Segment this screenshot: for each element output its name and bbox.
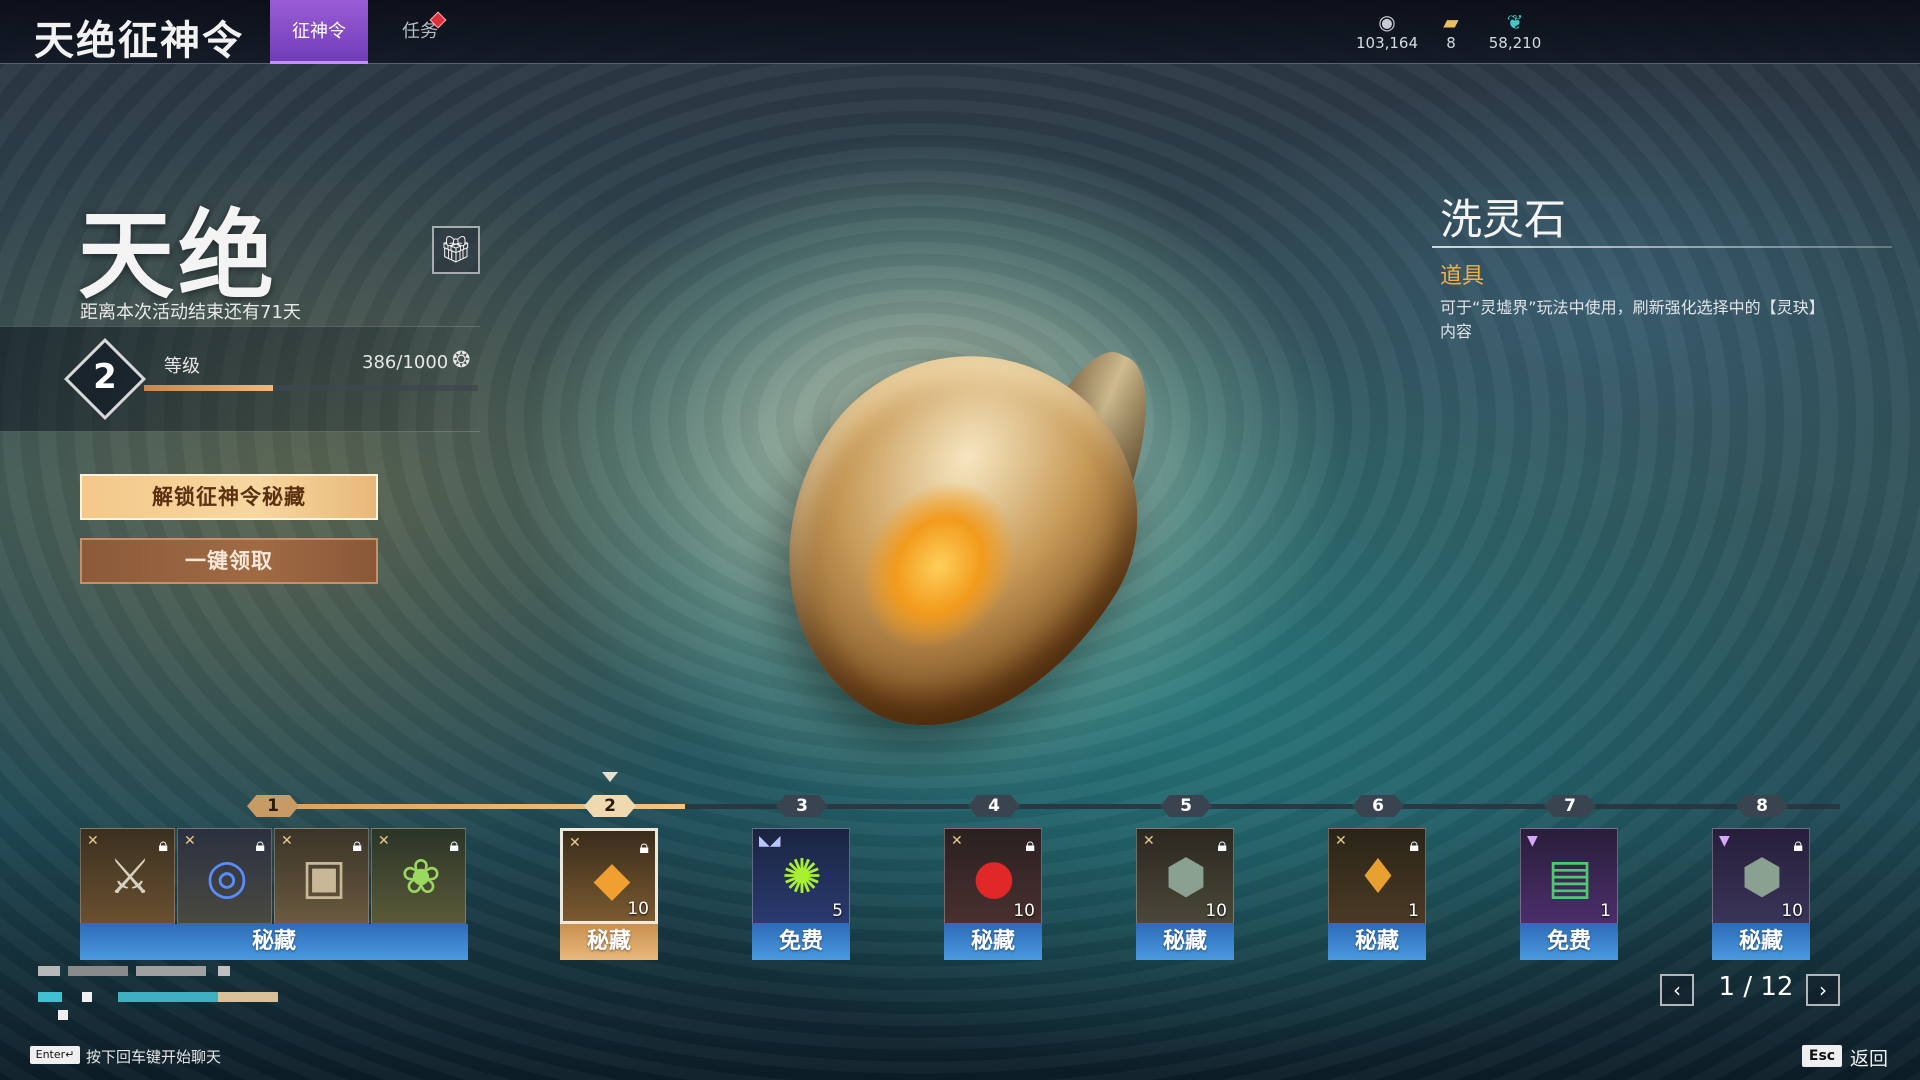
chevron-left-icon: ‹ bbox=[1673, 978, 1681, 1002]
reward-level-7[interactable]: ▼ ▤ 1 免费 bbox=[1520, 828, 1618, 960]
page-title: 天绝征神令 bbox=[34, 18, 244, 64]
reward-label: 秘藏 bbox=[560, 924, 658, 960]
chevron-right-icon: › bbox=[1819, 978, 1827, 1002]
reward-quantity: 10 bbox=[1781, 901, 1803, 921]
track-node-1: 1 bbox=[247, 795, 299, 817]
reward-level-5[interactable]: ✕ 🔒︎ ⬢ 10 秘藏 bbox=[1136, 828, 1234, 960]
currency-coin: ◉ 103,164 bbox=[1350, 10, 1424, 52]
track-node-6: 6 bbox=[1352, 795, 1404, 817]
reward-quantity: 5 bbox=[832, 901, 843, 921]
next-page-button[interactable]: › bbox=[1806, 974, 1840, 1006]
reward-level-2[interactable]: ✕ 🔒︎ ◆ 10 秘藏 bbox=[560, 828, 658, 960]
chest-icon: ▣ bbox=[301, 849, 347, 905]
level-number: 2 bbox=[93, 357, 117, 397]
reward-quantity: 1 bbox=[1600, 901, 1611, 921]
chat-hint-text: 按下回车键开始聊天 bbox=[86, 1048, 222, 1066]
reward-slot[interactable]: ▼ 🔒︎ ⬢ 10 bbox=[1712, 828, 1810, 924]
ticket-icon: ▰ bbox=[1443, 10, 1459, 34]
reward-quantity: 10 bbox=[1013, 901, 1035, 921]
esc-key-hint: Esc bbox=[1802, 1045, 1842, 1067]
reward-slot[interactable]: ✕ 🔒︎ ▣ bbox=[274, 828, 369, 924]
chat-preview bbox=[38, 966, 298, 1022]
reward-label: 秘藏 bbox=[1328, 924, 1426, 960]
track-node-4: 4 bbox=[968, 795, 1020, 817]
season-title: 天绝 bbox=[78, 200, 278, 312]
track-node-8: 8 bbox=[1736, 795, 1788, 817]
divider bbox=[1432, 246, 1892, 248]
back-button[interactable]: 返回 bbox=[1850, 1044, 1888, 1071]
reward-level-6[interactable]: ✕ 🔒︎ ♦ 1 秘藏 bbox=[1328, 828, 1426, 960]
reward-slot[interactable]: ✕ 🔒︎ ◆ 10 bbox=[560, 828, 658, 924]
track-pointer bbox=[602, 772, 618, 782]
level-label: 等级 bbox=[164, 356, 200, 377]
page-indicator: 1 / 12 bbox=[1718, 972, 1794, 1002]
enter-key-hint: Enter↵ bbox=[30, 1046, 80, 1064]
feather-icon: ❦ bbox=[1506, 10, 1524, 34]
currency-feather: ❦ 58,210 bbox=[1486, 10, 1544, 52]
reward-slot[interactable]: ✕ 🔒︎ ❀ bbox=[371, 828, 466, 924]
reward-level-4[interactable]: ✕ 🔒︎ ● 10 秘藏 bbox=[944, 828, 1042, 960]
coin-icon: ◉ bbox=[1378, 10, 1396, 34]
reward-quantity: 10 bbox=[1205, 901, 1227, 921]
currency-ticket: ▰ 8 bbox=[1434, 10, 1468, 52]
ring-icon: ◎ bbox=[206, 849, 248, 905]
gift-button[interactable]: 🎁︎ bbox=[432, 226, 480, 274]
reward-level-1[interactable]: ✕ 🔒︎ ⚔ ✕ 🔒︎ ◎ ✕ 🔒︎ ▣ ✕ 🔒︎ ❀ 秘藏 bbox=[80, 828, 468, 960]
gift-icon: 🎁︎ bbox=[439, 235, 473, 265]
reward-slot[interactable]: ✕ 🔒︎ ⬢ 10 bbox=[1136, 828, 1234, 924]
top-bar: 天绝征神令 征神令 任务 ◉ 103,164 ▰ 8 ❦ 58,210 bbox=[0, 0, 1920, 64]
reward-label: 秘藏 bbox=[1136, 924, 1234, 960]
xp-bar bbox=[144, 385, 478, 391]
claim-all-button[interactable]: 一键领取 bbox=[80, 538, 378, 584]
reward-slot[interactable]: ✕ 🔒︎ ◎ bbox=[177, 828, 272, 924]
reward-slot[interactable]: ▼ ▤ 1 bbox=[1520, 828, 1618, 924]
track-node-7: 7 bbox=[1544, 795, 1596, 817]
track-node-3: 3 bbox=[776, 795, 828, 817]
reward-quantity: 1 bbox=[1408, 901, 1419, 921]
reward-level-8[interactable]: ▼ 🔒︎ ⬢ 10 秘藏 bbox=[1712, 828, 1810, 960]
reward-slot[interactable]: ◣◢ ✺ 5 bbox=[752, 828, 850, 924]
reward-quantity: 10 bbox=[627, 899, 649, 919]
reward-level-3[interactable]: ◣◢ ✺ 5 免费 bbox=[752, 828, 850, 960]
reward-slot[interactable]: ✕ 🔒︎ ⚔ bbox=[80, 828, 175, 924]
tab-pass[interactable]: 征神令 bbox=[270, 0, 368, 64]
item-description: 可于“灵墟界”玩法中使用，刷新强化选择中的【灵玦】内容 bbox=[1440, 298, 1825, 341]
item-name: 洗灵石 bbox=[1440, 195, 1567, 244]
countdown-text: 距离本次活动结束还有71天 bbox=[80, 302, 301, 323]
xp-icon: ❂ bbox=[452, 348, 471, 373]
reward-label: 免费 bbox=[1520, 924, 1618, 960]
unlock-pass-button[interactable]: 解锁征神令秘藏 bbox=[80, 474, 378, 520]
reward-label: 秘藏 bbox=[80, 924, 468, 960]
reward-label: 秘藏 bbox=[944, 924, 1042, 960]
sword-icon: ⚔ bbox=[108, 849, 152, 905]
reward-slot[interactable]: ✕ 🔒︎ ♦ 1 bbox=[1328, 828, 1426, 924]
track-node-2: 2 bbox=[584, 795, 636, 817]
reward-label: 免费 bbox=[752, 924, 850, 960]
plant-icon: ❀ bbox=[400, 849, 442, 905]
item-type: 道具 bbox=[1440, 264, 1485, 289]
reward-slot[interactable]: ✕ 🔒︎ ● 10 bbox=[944, 828, 1042, 924]
xp-bar-fill bbox=[144, 385, 273, 391]
prev-page-button[interactable]: ‹ bbox=[1660, 974, 1694, 1006]
track-node-5: 5 bbox=[1160, 795, 1212, 817]
tab-missions[interactable]: 任务 bbox=[390, 0, 450, 64]
xp-text: 386/1000 bbox=[362, 352, 449, 373]
reward-label: 秘藏 bbox=[1712, 924, 1810, 960]
